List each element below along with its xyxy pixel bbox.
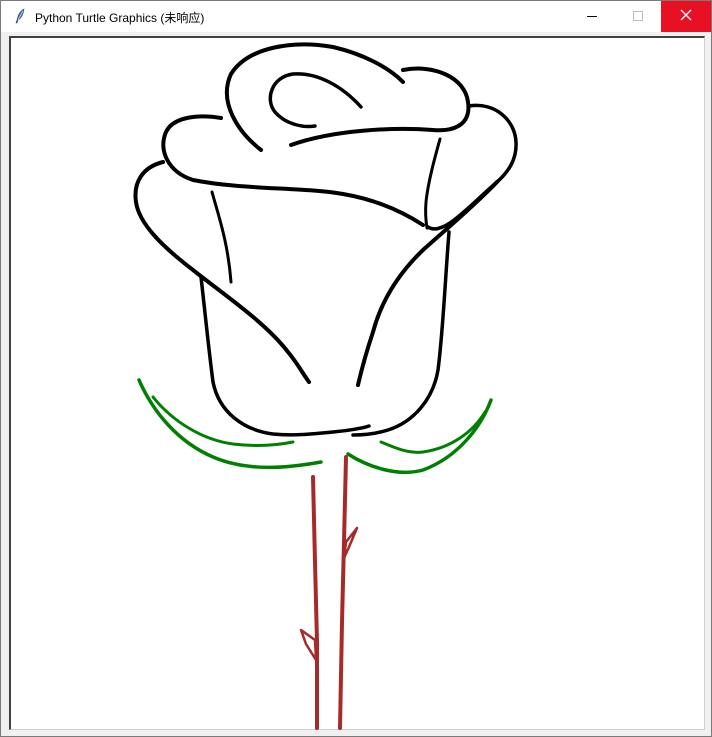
feather-icon: [12, 8, 28, 24]
petal-right-inner: [424, 137, 442, 230]
window-title: Python Turtle Graphics (未响应): [35, 11, 205, 25]
petal-top-right: [289, 66, 471, 147]
rose-drawing: [133, 42, 518, 730]
stem-left: [311, 475, 319, 730]
stem-right: [338, 455, 348, 730]
petal-top-outer: [224, 42, 405, 152]
maximize-button[interactable]: [615, 1, 661, 32]
thorn-left: [299, 628, 318, 662]
petal-right-upper: [426, 103, 518, 231]
petal-inner-curl: [268, 72, 363, 129]
minimize-button[interactable]: [569, 1, 615, 32]
maximize-icon: [633, 8, 643, 26]
turtle-canvas[interactable]: [9, 36, 705, 730]
petal-left-upper: [161, 114, 425, 227]
petal-right-lower: [351, 230, 451, 437]
petal-left-outer: [133, 160, 311, 384]
leaf-right-inner: [379, 410, 487, 454]
close-button[interactable]: [661, 1, 711, 32]
minimize-icon: [587, 8, 597, 26]
leaf-left-outer: [137, 378, 323, 470]
petal-left-lower: [199, 275, 371, 437]
title-bar[interactable]: Python Turtle Graphics (未响应): [1, 1, 711, 32]
turtle-window: Python Turtle Graphics (未响应): [0, 0, 712, 737]
petal-left-inner: [210, 190, 233, 284]
petal-right-outer: [356, 180, 499, 387]
close-icon: [680, 8, 692, 26]
